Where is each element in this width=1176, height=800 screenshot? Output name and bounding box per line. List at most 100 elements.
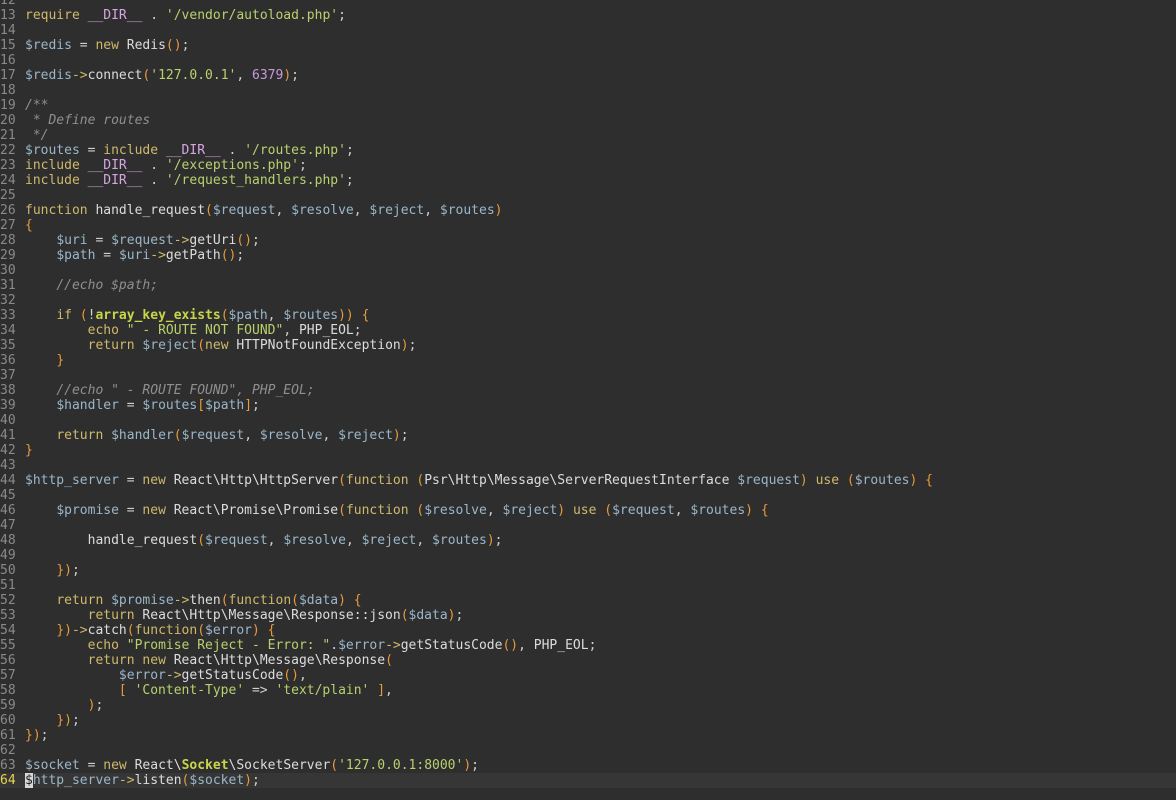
code-token: getUri [189,233,237,248]
code-line[interactable]: 47 [0,518,1176,533]
line-number: 60 [0,713,16,728]
code-line[interactable]: 64 $http_server->listen($socket); [0,773,1176,788]
code-line[interactable]: 39 $handler = $routes[$path]; [0,398,1176,413]
code-line[interactable]: 54 })->catch(function($error) { [0,623,1176,638]
code-token: ( [205,203,213,218]
code-line[interactable]: 31 //echo $path; [0,278,1176,293]
code-line[interactable]: 60 }); [0,713,1176,728]
code-line[interactable]: 50 }); [0,563,1176,578]
code-line[interactable]: 25 [0,188,1176,203]
code-line[interactable]: 38 //echo " - ROUTE FOUND", PHP_EOL; [0,383,1176,398]
code-token: $error [338,638,386,653]
code-token: , [674,503,691,518]
code-line[interactable]: 18 [0,83,1176,98]
code-line[interactable]: 61}); [0,728,1176,743]
code-line[interactable]: 24 include __DIR__ . '/request_handlers.p… [0,173,1176,188]
code-text: } [25,443,33,458]
code-token: __DIR__ [87,173,143,188]
line-number: 26 [0,203,16,218]
code-text: $socket = new React\Socket\SocketServer(… [25,758,479,773]
code-token: . [330,638,339,653]
code-line[interactable]: 58 [ 'Content-Type' => 'text/plain' ], [0,683,1176,698]
code-token: '127.0.0.1' [150,68,237,83]
code-token: $reject [369,203,425,218]
code-token: new [142,473,174,488]
code-line[interactable]: 63 $socket = new React\Socket\SocketServe… [0,758,1176,773]
code-token: $routes [142,398,198,413]
code-text: //echo " - ROUTE FOUND", PHP_EOL; [25,383,314,398]
code-line[interactable]: 41 return $handler($request, $resolve, $… [0,428,1176,443]
code-token: , [486,503,503,518]
code-line[interactable]: 21 */ [0,128,1176,143]
code-line[interactable]: 48 handle_request($request, $resolve, $r… [0,533,1176,548]
code-line[interactable]: 23 include __DIR__ . '/exceptions.php'; [0,158,1176,173]
code-line[interactable]: 29 $path = $uri->getPath(); [0,248,1176,263]
code-token: React\Promise\Promise [173,503,339,518]
code-text: $uri = $request->getUri(); [25,233,260,248]
code-token: __DIR__ [165,143,221,158]
code-line[interactable]: 57 $error->getStatusCode(), [0,668,1176,683]
code-line[interactable]: 53 return React\Http\Message\Response::j… [0,608,1176,623]
code-line[interactable]: 13 require __DIR__ . '/vendor/autoload.ph… [0,8,1176,23]
code-token: return [87,653,143,668]
code-text: $path = $uri->getPath(); [25,248,244,263]
code-line[interactable]: 44 $http_server = new React\Http\HttpServ… [0,473,1176,488]
code-line[interactable]: 30 [0,263,1176,278]
code-line[interactable]: 36 } [0,353,1176,368]
code-line[interactable]: 59 ); [0,698,1176,713]
code-line[interactable]: 28 $uri = $request->getUri(); [0,233,1176,248]
code-line[interactable]: 55 echo "Promise Reject - Error: ".$erro… [0,638,1176,653]
code-line[interactable]: 16 [0,53,1176,68]
code-line[interactable]: 34 echo " - ROUTE NOT FOUND", PHP_EOL; [0,323,1176,338]
code-token: ; [353,323,362,338]
code-text: * Define routes [25,113,150,128]
code-line[interactable]: 40 [0,413,1176,428]
code-line[interactable]: 49 [0,548,1176,563]
code-token: = [71,38,96,53]
code-line[interactable]: 14 [0,23,1176,38]
line-number: 43 [0,458,16,473]
code-line[interactable]: 52 return $promise->then(function($data)… [0,593,1176,608]
code-line[interactable]: 37 [0,368,1176,383]
line-number: 61 [0,728,16,743]
code-line[interactable]: 26 function handle_request($request, $res… [0,203,1176,218]
code-line[interactable]: 15 $redis = new Redis(); [0,38,1176,53]
code-token: $resolve [291,203,354,218]
code-line[interactable]: 51 [0,578,1176,593]
code-token: array_key_exists [95,308,221,323]
code-line[interactable]: 20 * Define routes [0,113,1176,128]
code-token: () [165,38,182,53]
code-token: $routes [854,473,910,488]
code-line[interactable]: 12 [0,0,1176,8]
code-token: getPath [165,248,221,263]
code-line[interactable]: 56 return new React\Http\Message\Respons… [0,653,1176,668]
code-line[interactable]: 45 [0,488,1176,503]
code-line[interactable]: 62 [0,743,1176,758]
code-line[interactable]: 42} [0,443,1176,458]
line-number: 33 [0,308,16,323]
code-token: ; [345,143,354,158]
line-number: 46 [0,503,16,518]
code-token: ( [197,623,206,638]
code-line[interactable]: 19 /** [0,98,1176,113]
code-line[interactable]: 35 return $reject(new HTTPNotFoundExcept… [0,338,1176,353]
code-token: } [25,443,33,458]
code-line[interactable]: 17 $redis->connect('127.0.0.1', 6379); [0,68,1176,83]
line-number: 55 [0,638,16,653]
code-line[interactable]: 32 [0,293,1176,308]
code-token: ; [298,158,307,173]
code-token: ; [338,8,346,23]
code-token: ( [338,503,346,518]
code-token: '/request_handlers.php' [165,173,346,188]
code-line[interactable]: 43 [0,458,1176,473]
text-cursor: $ [25,773,33,788]
code-editor[interactable]: 12 13 require __DIR__ . '/vendor/autoload.… [0,0,1176,793]
code-line[interactable]: 46 $promise = new React\Promise\Promise(… [0,503,1176,518]
code-line[interactable]: 33 if (!array_key_exists($path, $routes)… [0,308,1176,323]
code-line[interactable]: 22 $routes = include __DIR__ . '/routes.p… [0,143,1176,158]
code-line[interactable]: 27 { [0,218,1176,233]
code-token: ; [236,248,245,263]
